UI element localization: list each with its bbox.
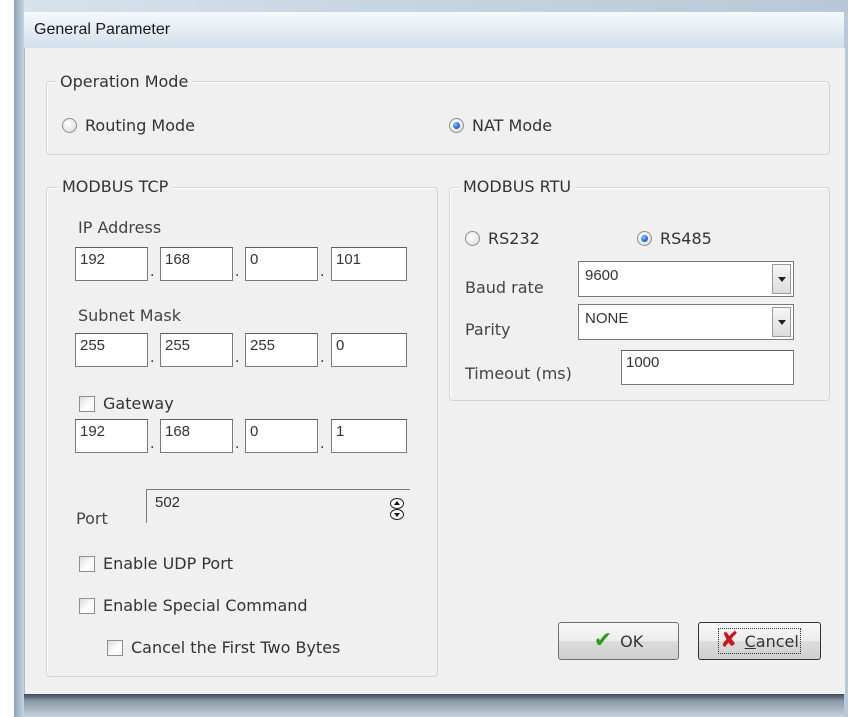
ip-dot: . bbox=[235, 264, 240, 280]
spin-up-icon[interactable] bbox=[390, 498, 404, 509]
routing-mode-radio-circle[interactable] bbox=[62, 118, 77, 133]
window-title: General Parameter bbox=[34, 21, 171, 38]
port-label: Port bbox=[76, 509, 108, 528]
rs485-radio-circle[interactable] bbox=[637, 231, 652, 246]
cancel-first-two-label: Cancel the First Two Bytes bbox=[131, 638, 341, 657]
chevron-down-icon[interactable] bbox=[772, 307, 791, 337]
nat-mode-radio-circle[interactable] bbox=[449, 118, 464, 133]
cancel-label: Cancel bbox=[745, 632, 799, 651]
parity-label: Parity bbox=[465, 320, 511, 339]
window-left-edge bbox=[14, 0, 24, 717]
subnet-dot: . bbox=[320, 350, 325, 366]
ip-octet-2[interactable]: 168 bbox=[160, 247, 233, 281]
parity-value: NONE bbox=[585, 310, 629, 327]
nat-mode-radio[interactable]: NAT Mode bbox=[449, 116, 552, 135]
cancel-button-inner: ✘ Cancel bbox=[718, 628, 801, 654]
ip-octet-3[interactable]: 0 bbox=[245, 247, 318, 281]
check-icon: ✔ bbox=[593, 628, 613, 653]
window-bottom-edge bbox=[24, 694, 844, 717]
routing-mode-radio[interactable]: Routing Mode bbox=[62, 116, 195, 135]
gateway-octet-2[interactable]: 168 bbox=[160, 419, 233, 453]
modbus-tcp-title: MODBUS TCP bbox=[58, 177, 173, 196]
cancel-first-two-checkbox[interactable]: Cancel the First Two Bytes bbox=[107, 638, 340, 657]
subnet-octet-3[interactable]: 255 bbox=[245, 333, 318, 367]
ok-label: OK bbox=[620, 631, 644, 651]
port-spinner[interactable]: 502 bbox=[146, 489, 410, 523]
gateway-dot: . bbox=[150, 436, 155, 452]
port-value: 502 bbox=[155, 494, 181, 511]
dialog-client-area: Operation Mode Routing Mode NAT Mode MOD… bbox=[24, 48, 845, 694]
spin-down-icon[interactable] bbox=[390, 509, 404, 520]
routing-mode-label: Routing Mode bbox=[85, 116, 196, 135]
cancel-label-rest: ancel bbox=[755, 631, 799, 651]
rs232-label: RS232 bbox=[488, 229, 540, 248]
enable-special-label: Enable Special Command bbox=[103, 596, 308, 615]
x-icon: ✘ bbox=[720, 628, 739, 653]
cancel-button[interactable]: ✘ Cancel bbox=[698, 622, 821, 660]
ip-dot: . bbox=[320, 264, 325, 280]
cancel-label-mnemonic: C bbox=[744, 631, 756, 651]
gateway-octet-4[interactable]: 1 bbox=[331, 419, 407, 453]
chevron-down-icon[interactable] bbox=[772, 264, 791, 294]
subnet-dot: . bbox=[235, 350, 240, 366]
subnet-dot: . bbox=[150, 350, 155, 366]
subnet-octet-1[interactable]: 255 bbox=[75, 333, 148, 367]
rs485-radio[interactable]: RS485 bbox=[637, 229, 712, 248]
operation-mode-title: Operation Mode bbox=[56, 72, 193, 91]
enable-udp-checkbox[interactable]: Enable UDP Port bbox=[79, 554, 233, 573]
nat-mode-label: NAT Mode bbox=[472, 116, 553, 135]
timeout-input[interactable]: 1000 bbox=[621, 350, 794, 385]
title-bar[interactable]: General Parameter bbox=[24, 12, 844, 49]
enable-udp-label: Enable UDP Port bbox=[103, 554, 234, 573]
ip-octet-1[interactable]: 192 bbox=[75, 247, 148, 281]
ip-octet-4[interactable]: 101 bbox=[331, 247, 407, 281]
rs232-radio-circle[interactable] bbox=[465, 231, 480, 246]
baud-rate-select[interactable]: 9600 bbox=[578, 261, 794, 297]
enable-udp-checkbox-box[interactable] bbox=[79, 555, 95, 572]
subnet-octet-4[interactable]: 0 bbox=[331, 333, 407, 367]
rs485-label: RS485 bbox=[660, 229, 712, 248]
ip-address-label: IP Address bbox=[78, 218, 162, 237]
enable-special-checkbox[interactable]: Enable Special Command bbox=[79, 596, 308, 615]
gateway-octet-3[interactable]: 0 bbox=[245, 419, 318, 453]
gateway-octet-1[interactable]: 192 bbox=[75, 419, 148, 453]
gateway-checkbox[interactable]: Gateway bbox=[79, 394, 174, 413]
port-spin-buttons[interactable] bbox=[390, 498, 404, 520]
subnet-mask-label: Subnet Mask bbox=[78, 306, 182, 325]
gateway-checkbox-box[interactable] bbox=[79, 395, 95, 412]
modbus-rtu-title: MODBUS RTU bbox=[459, 177, 576, 196]
subnet-octet-2[interactable]: 255 bbox=[160, 333, 233, 367]
ip-dot: . bbox=[150, 264, 155, 280]
gateway-dot: . bbox=[320, 436, 325, 452]
baud-rate-value: 9600 bbox=[585, 267, 619, 284]
baud-rate-label: Baud rate bbox=[465, 278, 544, 297]
parity-select[interactable]: NONE bbox=[578, 304, 794, 340]
timeout-label: Timeout (ms) bbox=[465, 364, 572, 383]
gateway-dot: . bbox=[235, 436, 240, 452]
gateway-label: Gateway bbox=[103, 394, 174, 413]
ok-button[interactable]: ✔ OK bbox=[558, 622, 679, 660]
enable-special-checkbox-box[interactable] bbox=[79, 597, 95, 614]
rs232-radio[interactable]: RS232 bbox=[465, 229, 540, 248]
cancel-first-two-checkbox-box[interactable] bbox=[107, 639, 123, 656]
